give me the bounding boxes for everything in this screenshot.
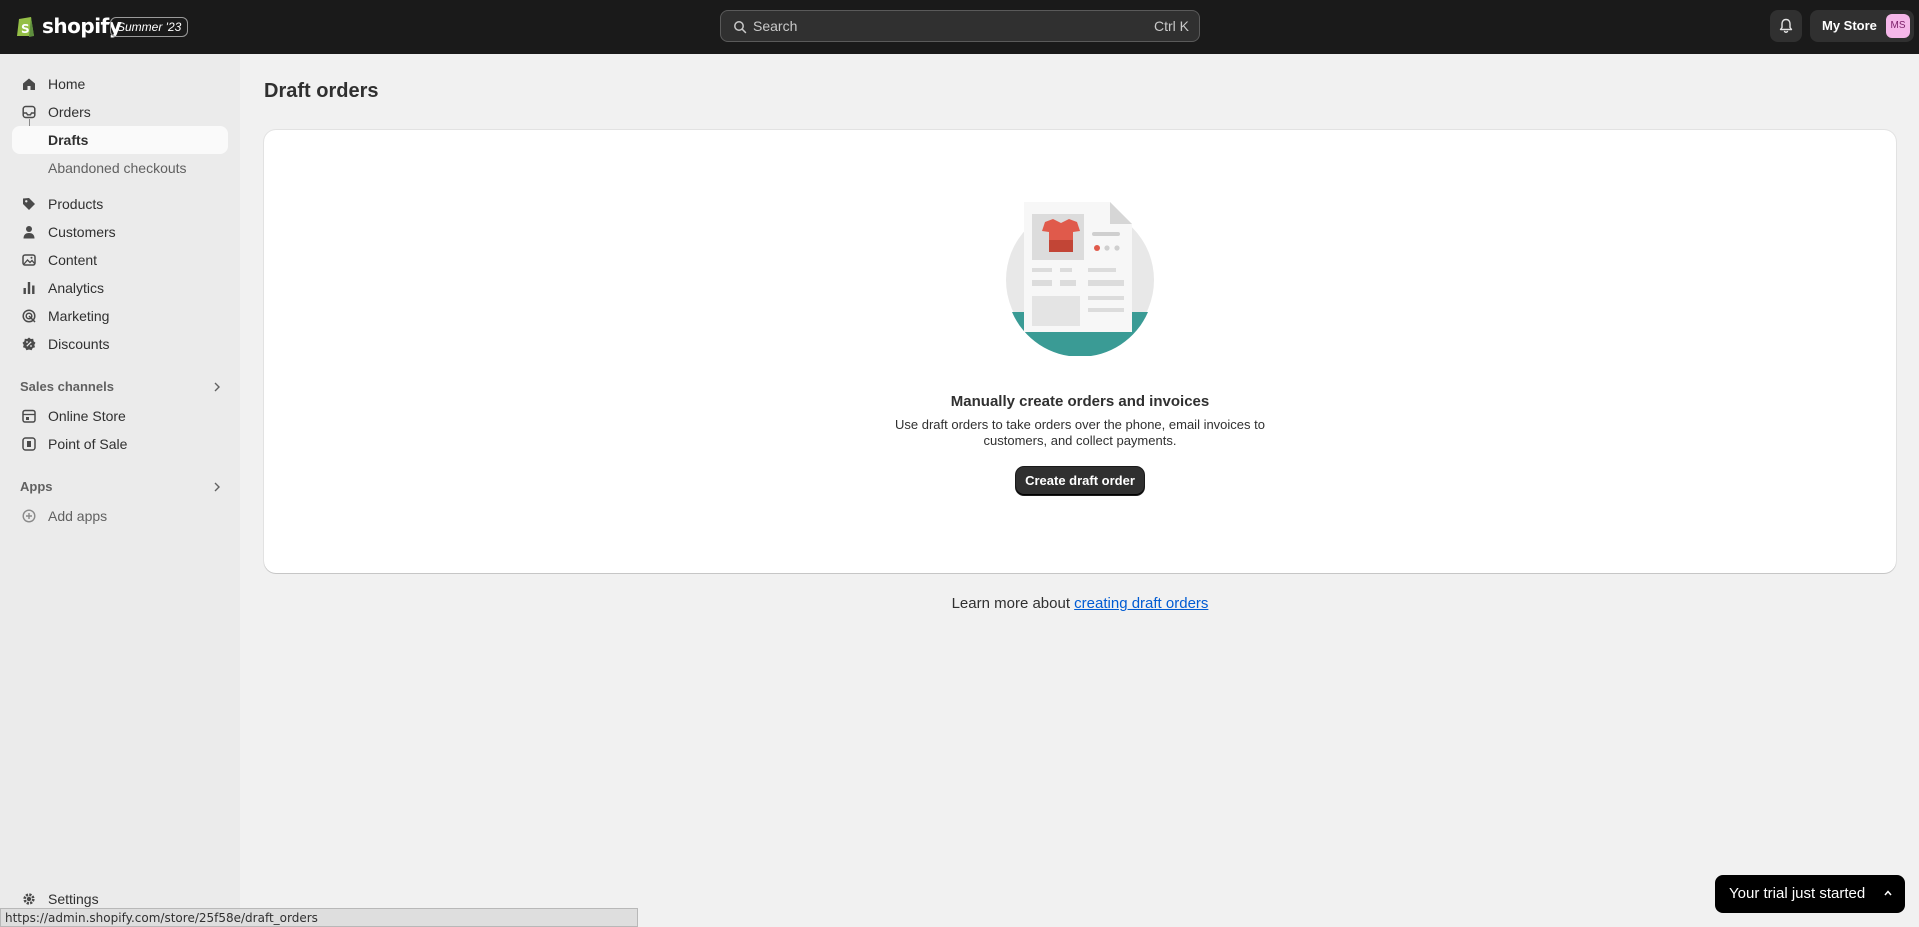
pos-icon	[22, 437, 36, 451]
creating-draft-orders-link[interactable]: creating draft orders	[1074, 595, 1208, 612]
sidebar-item-analytics[interactable]: Analytics	[12, 274, 228, 302]
shopify-logo[interactable]: S shopify	[16, 14, 122, 38]
learn-more-prefix: Learn more about	[951, 595, 1075, 612]
store-menu-button[interactable]: My Store MS	[1810, 10, 1914, 42]
sidebar-item-label: Drafts	[48, 132, 89, 148]
section-heading-label: Apps	[20, 479, 53, 494]
chevron-right-icon	[214, 482, 220, 492]
person-icon	[23, 226, 35, 239]
search-shortcut: Ctrl K	[1154, 18, 1189, 34]
search-icon	[734, 21, 747, 34]
sidebar-item-customers[interactable]: Customers	[12, 218, 228, 246]
sidebar-item-discounts[interactable]: Discounts	[12, 330, 228, 358]
status-bar-url: https://admin.shopify.com/store/25f58e/d…	[0, 908, 638, 927]
svg-text:S: S	[21, 22, 30, 36]
empty-state-heading: Manually create orders and invoices	[950, 393, 1210, 410]
sidebar-item-label: Add apps	[48, 508, 108, 524]
notifications-button[interactable]	[1770, 10, 1802, 42]
empty-state-description: Use draft orders to take orders over the…	[895, 417, 1265, 448]
sidebar-item-label: Orders	[48, 104, 91, 120]
inbox-icon	[22, 105, 36, 119]
avatar: MS	[1886, 14, 1910, 38]
top-bar: S shopify Summer '23 Search Ctrl K My St…	[0, 0, 1919, 54]
gear-icon	[23, 893, 35, 905]
sidebar-item-orders[interactable]: Orders	[12, 98, 228, 126]
sidebar-item-add-apps[interactable]: Add apps	[12, 502, 228, 530]
sidebar-item-label: Content	[48, 252, 98, 268]
edition-badge[interactable]: Summer '23	[110, 17, 189, 37]
chevron-right-icon	[214, 382, 220, 392]
sidebar-item-products[interactable]: Products	[12, 190, 228, 218]
bell-icon	[1779, 18, 1793, 33]
image-icon	[22, 254, 36, 266]
target-icon	[22, 309, 36, 323]
sidebar-item-label: Settings	[48, 891, 99, 907]
sidebar-item-content[interactable]: Content	[12, 246, 228, 274]
page-title: Draft orders	[264, 80, 379, 102]
section-heading-label: Sales channels	[20, 379, 114, 394]
trial-banner-button[interactable]: Your trial just started	[1715, 875, 1905, 913]
discount-icon	[22, 337, 36, 351]
sidebar-item-label: Online Store	[48, 408, 126, 424]
search-input[interactable]: Search Ctrl K	[720, 10, 1200, 42]
tag-icon	[23, 198, 35, 210]
chevron-up-icon	[1884, 890, 1892, 896]
draft-order-illustration	[1006, 202, 1154, 356]
sidebar-item-label: Products	[48, 196, 104, 212]
sidebar-item-label: Marketing	[48, 308, 110, 324]
plus-circle-icon	[22, 509, 36, 523]
store-icon	[22, 409, 36, 423]
create-draft-order-button[interactable]: Create draft order	[1016, 467, 1144, 495]
apps-heading[interactable]: Apps	[20, 478, 228, 498]
sidebar-item-label: Abandoned checkouts	[48, 160, 187, 176]
shopify-bag-icon: S	[17, 17, 34, 37]
sidebar-item-abandoned-checkouts[interactable]: Abandoned checkouts	[12, 154, 228, 182]
sidebar-item-drafts[interactable]: Drafts	[12, 126, 228, 154]
trial-banner-label: Your trial just started	[1729, 885, 1866, 902]
home-icon	[23, 78, 35, 90]
sidebar-item-home[interactable]: Home	[12, 70, 228, 98]
search-placeholder: Search	[753, 18, 798, 34]
sidebar-item-label: Discounts	[48, 336, 110, 352]
sidebar-item-label: Customers	[48, 224, 116, 240]
learn-more-text: Learn more about creating draft orders	[264, 595, 1896, 612]
store-name: My Store	[1822, 18, 1877, 33]
bar-chart-icon	[23, 282, 35, 294]
sidebar-item-marketing[interactable]: Marketing	[12, 302, 228, 330]
sidebar-item-online-store[interactable]: Online Store	[12, 402, 228, 430]
sidebar-item-label: Analytics	[48, 280, 105, 296]
sidebar-item-label: Home	[48, 76, 86, 92]
sidebar-item-point-of-sale[interactable]: Point of Sale	[12, 430, 228, 458]
sidebar-item-label: Point of Sale	[48, 436, 128, 452]
sales-channels-heading[interactable]: Sales channels	[20, 378, 228, 398]
